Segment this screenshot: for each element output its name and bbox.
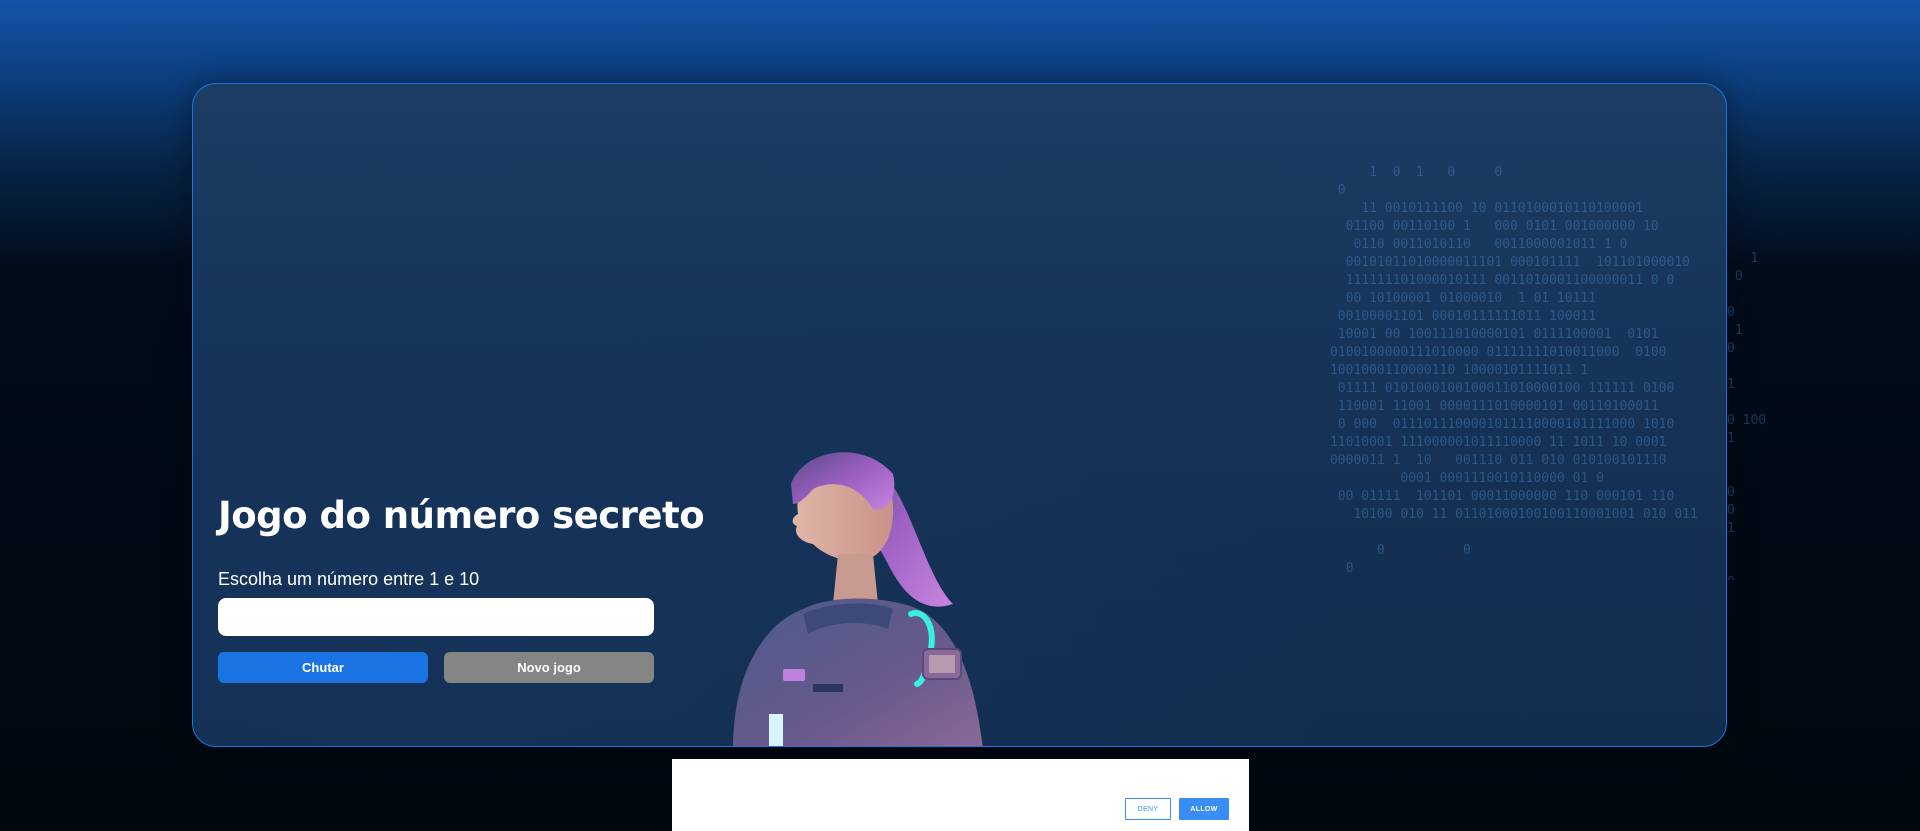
binary-code-decoration: 1 0 1 0 0 0 11 0010111100 10 01101000101… xyxy=(1329,165,1698,576)
number-input[interactable] xyxy=(218,598,654,636)
astronaut-girl-illustration xyxy=(733,452,983,746)
allow-button[interactable]: ALLOW xyxy=(1179,798,1229,820)
page-title: Jogo do número secreto xyxy=(218,494,705,537)
instruction-label: Escolha um número entre 1 e 10 xyxy=(218,569,480,589)
binary-code-decoration-outer: 1 0 0 1 0 1 0 100 1 0 0 1 0 xyxy=(1727,251,1767,580)
new-game-button[interactable]: Novo jogo xyxy=(444,652,654,683)
game-card: 1 0 1 0 0 0 11 0010111100 10 01101000101… xyxy=(192,83,1727,747)
consent-banner: DENY ALLOW xyxy=(672,759,1249,831)
guess-button[interactable]: Chutar xyxy=(218,652,428,683)
deny-button[interactable]: DENY xyxy=(1125,798,1171,820)
